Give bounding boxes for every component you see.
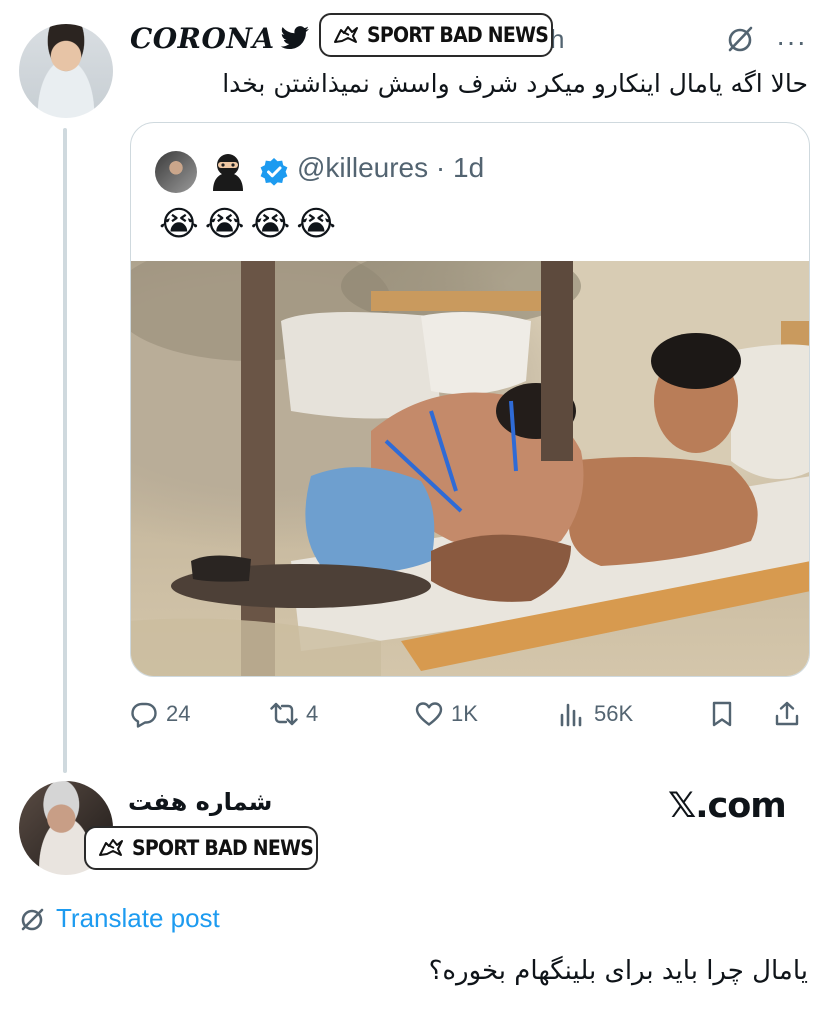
repost-button[interactable]: 4 bbox=[270, 694, 318, 734]
reply-author-name[interactable]: شماره هفت bbox=[128, 788, 272, 816]
verified-icon bbox=[260, 158, 288, 186]
reply-icon bbox=[131, 702, 157, 728]
author-avatar[interactable] bbox=[19, 24, 113, 118]
crying-emoji: 😭 bbox=[296, 205, 336, 243]
translate-post-link[interactable]: Translate post bbox=[18, 903, 220, 934]
wolf-icon bbox=[334, 26, 358, 43]
tweet-action-bar: 24 4 1K 56K bbox=[130, 694, 810, 734]
crying-emoji: 😭 bbox=[204, 205, 245, 243]
author-name[interactable]: CORONA bbox=[130, 22, 275, 55]
share-button[interactable] bbox=[773, 694, 801, 734]
quoted-author-avatar[interactable] bbox=[155, 151, 197, 193]
more-icon[interactable]: ··· bbox=[776, 26, 807, 58]
repost-count: 4 bbox=[306, 701, 319, 726]
ninja-icon bbox=[213, 154, 243, 191]
thread-connector-line bbox=[63, 128, 67, 773]
watermark-badge: SPORT BAD NEWS bbox=[84, 826, 318, 870]
share-icon bbox=[775, 701, 799, 726]
reply-text: یامال چرا باید برای بلینگهام بخوره؟ bbox=[428, 956, 808, 986]
repost-icon bbox=[270, 702, 298, 726]
crying-emoji: 😭 bbox=[159, 205, 199, 243]
translate-post-label[interactable]: Translate post bbox=[56, 903, 220, 934]
like-button[interactable]: 1K bbox=[415, 694, 478, 734]
crying-emoji: 😭 bbox=[250, 205, 291, 243]
watermark-badge: SPORT BAD NEWS bbox=[319, 13, 553, 57]
beach-scene-illustration bbox=[131, 261, 809, 676]
translate-icon bbox=[21, 908, 44, 930]
reply-count: 24 bbox=[166, 701, 191, 726]
views-count: 56K bbox=[594, 701, 634, 726]
tweet-text: حالا اگه یامال اینکارو میکرد شرف واسش نم… bbox=[222, 69, 808, 98]
watermark-label: SPORT BAD NEWS bbox=[367, 23, 549, 47]
x-com-label: 𝕏.com bbox=[668, 786, 787, 826]
bookmark-button[interactable] bbox=[708, 694, 736, 734]
quoted-tweet-card[interactable]: @killeures · 1d 😭 😭 😭 😭 bbox=[130, 122, 810, 677]
watermark-label: SPORT BAD NEWS bbox=[132, 836, 314, 860]
quoted-tweet-text: 😭 😭 😭 😭 bbox=[159, 203, 336, 245]
reply-button[interactable]: 24 bbox=[130, 694, 190, 734]
views-button[interactable]: 56K bbox=[558, 694, 633, 734]
quoted-tweet-photo[interactable] bbox=[131, 261, 809, 676]
no-translate-icon[interactable] bbox=[725, 24, 755, 54]
heart-icon bbox=[415, 702, 443, 726]
like-count: 1K bbox=[451, 701, 478, 726]
quoted-handle-and-time[interactable]: @killeures · 1d bbox=[297, 152, 484, 184]
views-chart-icon bbox=[560, 703, 582, 727]
bird-icon bbox=[280, 26, 309, 50]
bookmark-icon bbox=[712, 701, 732, 727]
wolf-icon bbox=[99, 839, 123, 856]
